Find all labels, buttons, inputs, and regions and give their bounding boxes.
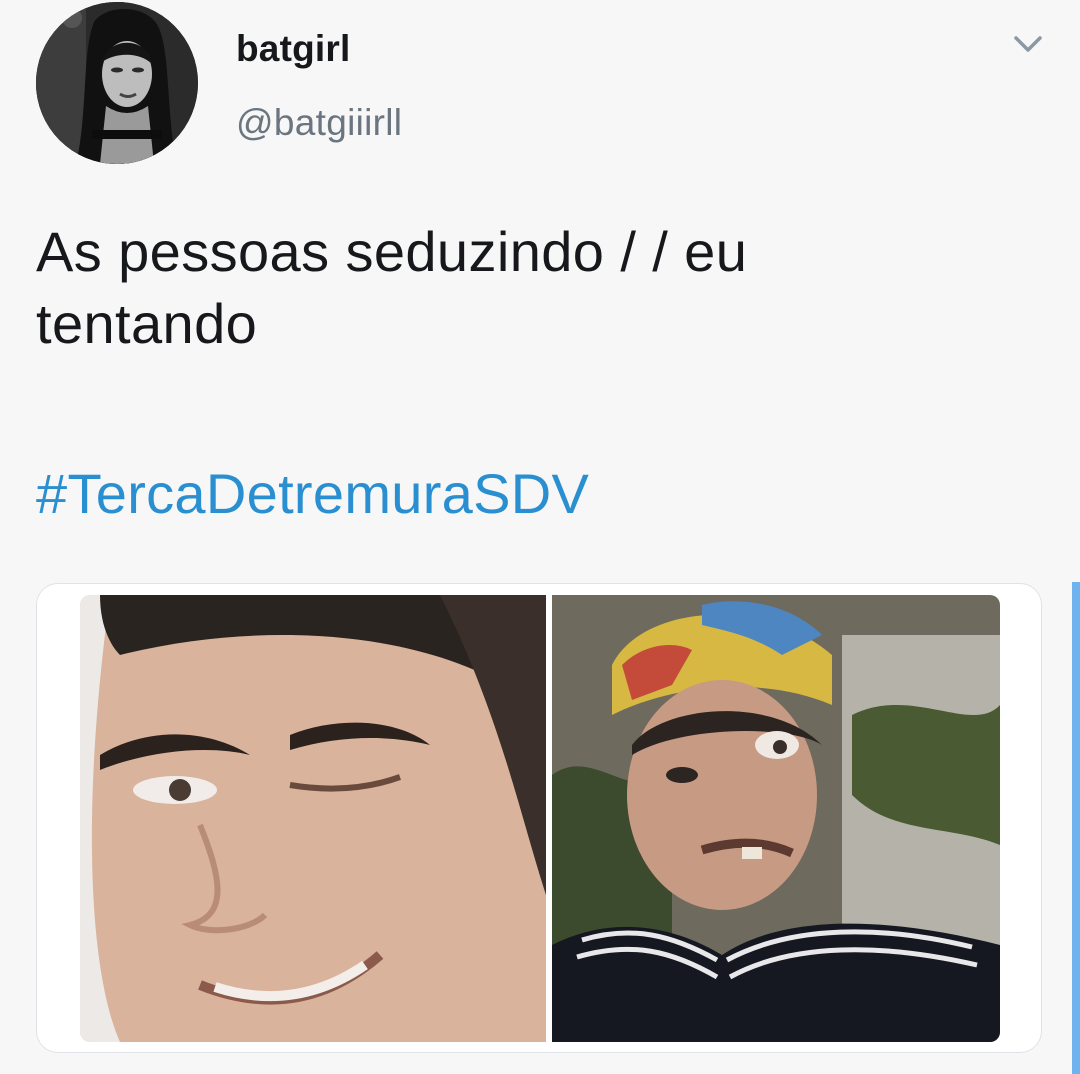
- chevron-down-icon: [1014, 36, 1042, 52]
- chaves-character-photo-icon: [552, 595, 1000, 1042]
- tweet-menu-button[interactable]: [1008, 28, 1048, 62]
- scroll-indicator: [1072, 582, 1080, 1074]
- author-handle: @batgiiirll: [236, 102, 403, 143]
- media-image-right[interactable]: [552, 595, 1000, 1042]
- hashtag-link[interactable]: #TercaDetremuraSDV: [36, 458, 589, 530]
- media-image-left[interactable]: [80, 595, 546, 1042]
- profile-photo-icon: [36, 2, 198, 164]
- tweet-text-line: tentando: [36, 292, 258, 355]
- winking-man-photo-icon: [80, 595, 546, 1042]
- author-avatar[interactable]: [36, 2, 198, 164]
- author-display-name[interactable]: batgirl: [236, 28, 350, 70]
- tweet-text-line: As pessoas seduzindo / / eu: [36, 220, 748, 283]
- tweet-text: As pessoas seduzindo / / eu tentando: [36, 216, 1036, 360]
